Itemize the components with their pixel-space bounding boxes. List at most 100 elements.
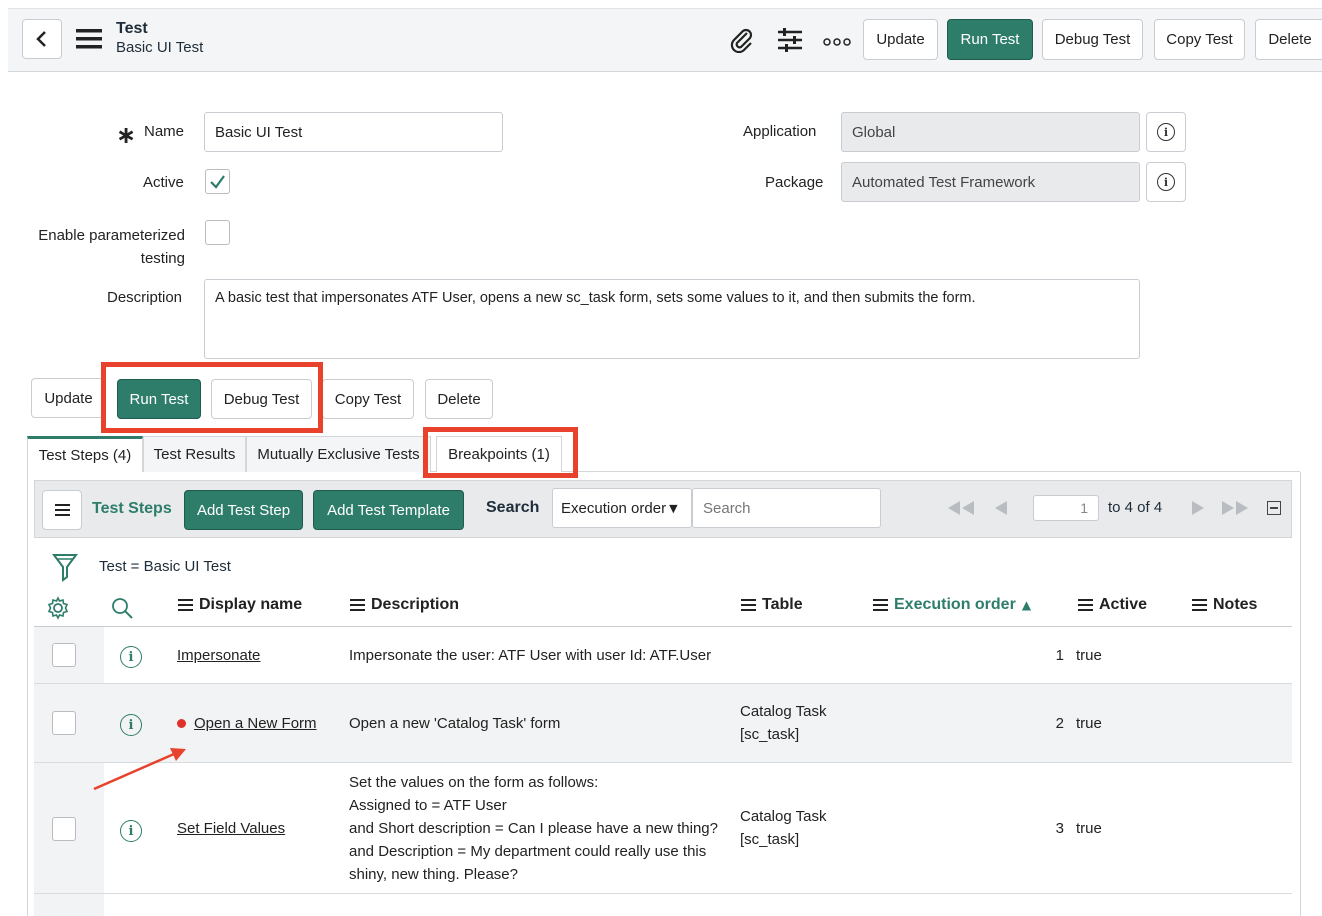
settings-sliders-icon[interactable] — [776, 27, 804, 57]
tab-test-steps[interactable]: Test Steps (4) — [27, 436, 143, 472]
last-page-icon[interactable] — [1220, 499, 1252, 521]
list-title: Test Steps — [92, 500, 172, 517]
add-test-step-button[interactable]: Add Test Step — [184, 490, 303, 530]
header-update-button[interactable]: Update — [863, 19, 938, 60]
step-order: 3 — [1055, 820, 1064, 837]
table-id: [sc_task] — [740, 831, 800, 848]
header-run-test-button[interactable]: Run Test — [947, 19, 1033, 60]
search-input[interactable] — [692, 488, 881, 528]
column-label: Active — [1099, 596, 1148, 613]
row-checkbox[interactable] — [52, 643, 76, 667]
step-order: 1 — [1055, 647, 1064, 664]
list-settings-gear-icon[interactable] — [46, 596, 70, 624]
description-line: Assigned to = ATF User — [349, 797, 507, 814]
breakpoint-indicator-icon — [177, 719, 186, 728]
header-debug-test-button[interactable]: Debug Test — [1042, 19, 1143, 60]
step-name-link[interactable]: Open a New Form — [194, 712, 317, 735]
delete-button[interactable]: Delete — [425, 379, 493, 419]
step-active: true — [1076, 715, 1102, 732]
active-label: Active — [143, 174, 184, 191]
row-checkbox[interactable] — [52, 711, 76, 735]
column-header-execution-order[interactable]: Execution order ▲ — [873, 596, 1031, 614]
filter-icon[interactable] — [52, 552, 78, 586]
description-line: shiny, new thing. Please? — [349, 866, 518, 883]
search-field-value: Execution order — [561, 499, 667, 517]
tab-test-results[interactable]: Test Results — [143, 436, 246, 472]
column-header-description[interactable]: Description — [350, 596, 459, 614]
page-number-input[interactable]: 1 — [1033, 495, 1099, 521]
step-table: Catalog Task [sc_task] — [740, 805, 826, 851]
description-line: Set the values on the form as follows: — [349, 774, 599, 791]
description-line: and Description = My department could re… — [349, 843, 707, 860]
parameterized-label-line2: testing — [140, 250, 185, 267]
description-label: Description — [107, 289, 183, 306]
application-label: Application — [743, 123, 817, 140]
info-icon: i — [1157, 173, 1175, 191]
column-header-display-name[interactable]: Display name — [178, 596, 302, 614]
row-info-icon[interactable]: i — [120, 646, 142, 668]
column-menu-icon[interactable] — [1192, 599, 1207, 611]
menu-icon[interactable] — [76, 28, 102, 50]
copy-test-button[interactable]: Copy Test — [322, 379, 414, 419]
previous-page-icon[interactable] — [993, 499, 1009, 521]
column-search-icon[interactable] — [110, 596, 134, 624]
step-active: true — [1076, 820, 1102, 837]
checkmark-icon — [210, 175, 225, 189]
table-row: i Open a New Form Open a new 'Catalog Ta… — [34, 684, 1292, 763]
application-info-button[interactable]: i — [1146, 112, 1186, 152]
column-menu-icon[interactable] — [741, 599, 756, 611]
column-label: Description — [371, 596, 460, 613]
column-menu-icon[interactable] — [873, 599, 888, 611]
step-description: Impersonate the user: ATF User with user… — [349, 647, 712, 664]
step-name-link[interactable]: Set Field Values — [177, 817, 285, 840]
menu-icon — [54, 504, 70, 516]
more-options-icon[interactable] — [823, 34, 851, 51]
column-menu-icon[interactable] — [178, 599, 193, 611]
column-menu-icon[interactable] — [1078, 599, 1093, 611]
table-row: i Impersonate Impersonate the user: ATF … — [34, 627, 1292, 684]
filter-breadcrumb[interactable]: Test = Basic UI Test — [99, 558, 231, 575]
parameterized-label-line1: Enable parameterized — [38, 227, 185, 244]
table-row: i Set Field Values Set the values on the… — [34, 763, 1292, 894]
update-button[interactable]: Update — [31, 378, 106, 418]
header-delete-button[interactable]: Delete — [1255, 19, 1322, 60]
description-line: and Short description = Can I please hav… — [349, 820, 718, 837]
dropdown-arrow-icon: ▼ — [669, 501, 678, 515]
column-header-table[interactable]: Table — [741, 596, 803, 614]
parameterized-checkbox[interactable] — [205, 220, 230, 245]
tab-mutually-exclusive-tests[interactable]: Mutually Exclusive Tests — [246, 436, 431, 472]
package-field: Automated Test Framework — [841, 162, 1140, 202]
step-description: Open a new 'Catalog Task' form — [349, 715, 561, 732]
column-label: Execution order — [894, 596, 1016, 613]
search-field-select[interactable]: Execution order ▼ — [552, 488, 692, 528]
parameterized-label: Enable parameterized testing — [30, 224, 185, 270]
list-menu-button[interactable] — [42, 490, 82, 530]
header-copy-test-button[interactable]: Copy Test — [1154, 19, 1245, 60]
attachment-icon[interactable] — [729, 27, 755, 57]
record-title: Test — [116, 20, 148, 37]
row-info-icon[interactable]: i — [120, 820, 142, 842]
name-field[interactable]: Basic UI Test — [204, 112, 503, 152]
column-header-notes[interactable]: Notes — [1192, 596, 1257, 614]
highlight-breakpoints-tab — [423, 427, 578, 478]
row-info-icon[interactable]: i — [120, 714, 142, 736]
package-label: Package — [765, 174, 824, 191]
column-menu-icon[interactable] — [350, 599, 365, 611]
next-page-icon[interactable] — [1190, 499, 1206, 521]
sort-ascending-icon: ▲ — [1021, 598, 1032, 612]
row-checkbox[interactable] — [52, 817, 76, 841]
column-label: Notes — [1213, 596, 1258, 613]
back-button[interactable] — [22, 19, 62, 59]
description-field[interactable]: A basic test that impersonates ATF User,… — [204, 279, 1140, 359]
column-label: Table — [762, 596, 803, 613]
column-label: Display name — [199, 596, 303, 613]
package-info-button[interactable]: i — [1146, 162, 1186, 202]
column-header-active[interactable]: Active — [1078, 596, 1147, 614]
active-checkbox[interactable] — [205, 169, 230, 194]
collapse-icon[interactable] — [1267, 501, 1281, 515]
first-page-icon[interactable] — [946, 499, 978, 521]
table-name: Catalog Task — [740, 808, 827, 825]
step-name-link[interactable]: Impersonate — [177, 644, 260, 667]
add-test-template-button[interactable]: Add Test Template — [313, 490, 464, 530]
back-icon — [36, 31, 46, 47]
